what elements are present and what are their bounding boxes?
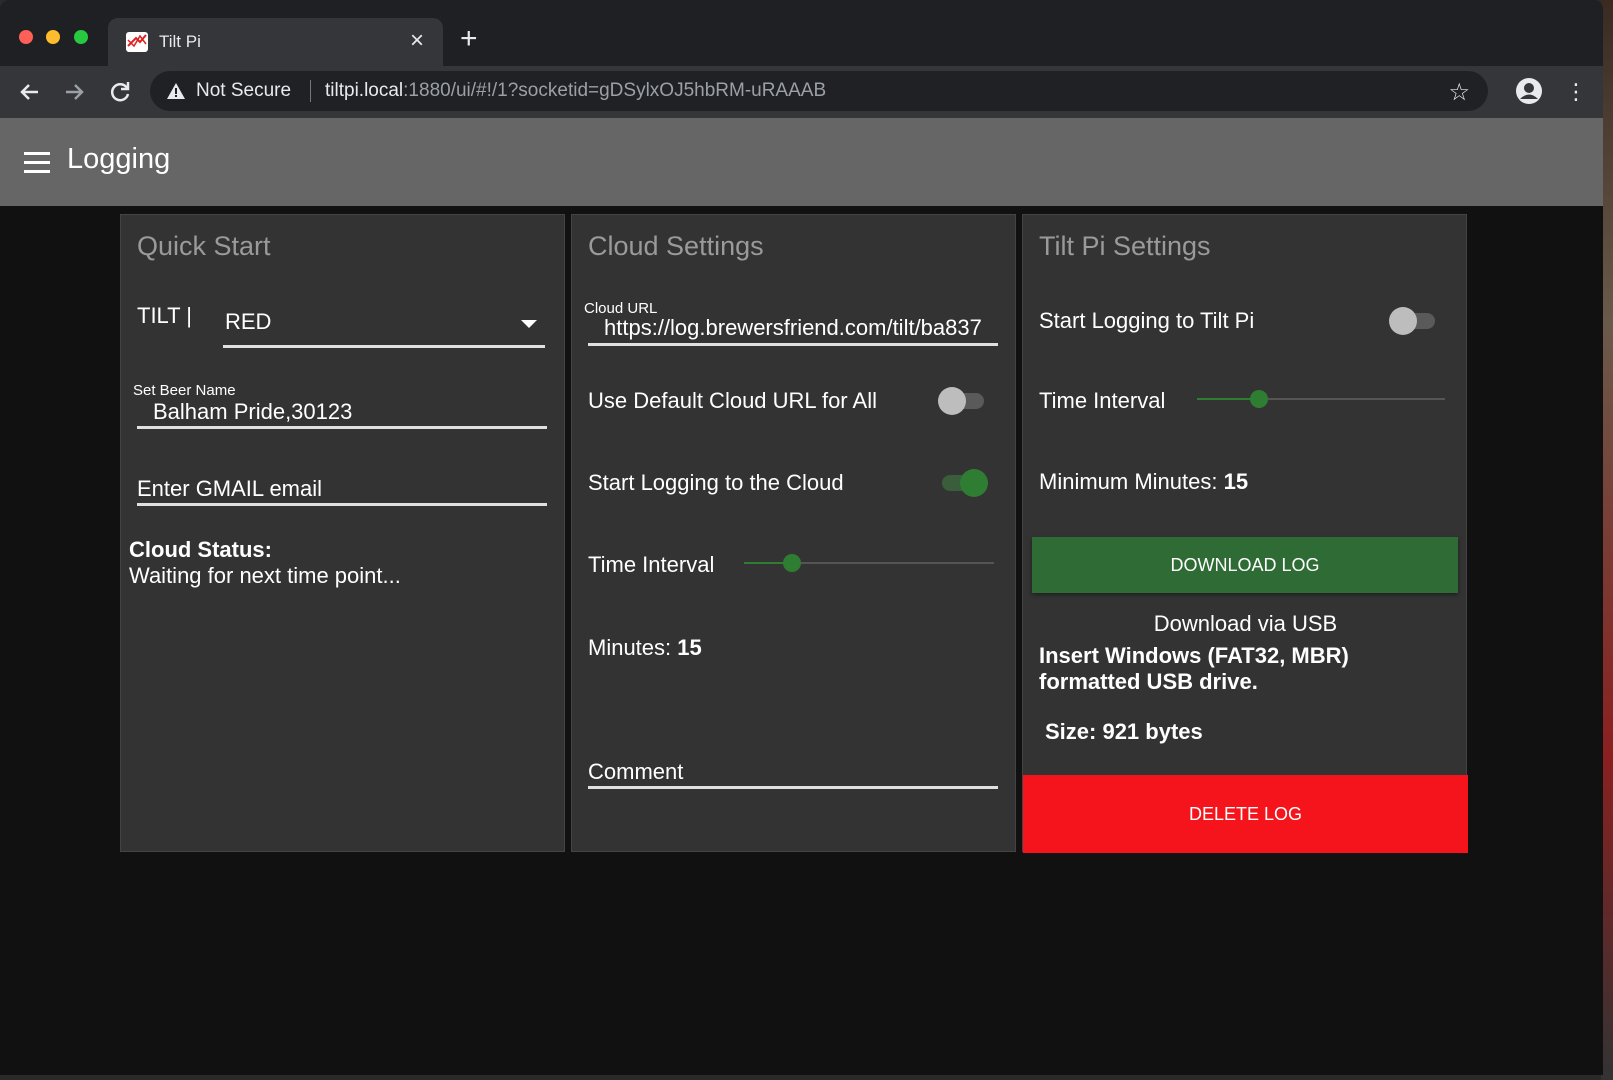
tilt-favicon-icon	[126, 32, 148, 52]
tilt-color-select[interactable]: RED	[225, 309, 271, 335]
min-minutes-label: Minimum Minutes:	[1039, 469, 1218, 494]
cloud-time-interval-slider[interactable]	[744, 553, 994, 573]
min-minutes-readout: Minimum Minutes: 15	[1039, 469, 1248, 495]
delete-log-button[interactable]: DELETE LOG	[1023, 775, 1468, 853]
input-underline	[588, 343, 998, 346]
card-title: Quick Start	[137, 231, 271, 261]
beer-name-input[interactable]: Balham Pride,30123	[153, 399, 533, 425]
input-underline	[137, 503, 547, 506]
card-title: Cloud Settings	[588, 231, 764, 261]
min-minutes-value: 15	[1223, 469, 1249, 494]
cloud-settings-card: Cloud Settings Cloud URL https://log.bre…	[571, 214, 1016, 852]
url-text[interactable]: tiltpi.local:1880/ui/#!/1?socketid=gDSyl…	[325, 80, 826, 102]
default-url-toggle[interactable]	[938, 386, 986, 415]
card-title: Tilt Pi Settings	[1039, 231, 1211, 261]
bookmark-star-icon[interactable]: ☆	[1448, 78, 1470, 107]
usb-title: Download via USB	[1153, 611, 1338, 636]
tab-strip: Tilt Pi × +	[0, 0, 1603, 66]
usb-instructions: Insert Windows (FAT32, MBR) formatted US…	[1039, 643, 1349, 694]
close-tab-icon[interactable]: ×	[405, 27, 429, 55]
profile-icon[interactable]	[1515, 77, 1543, 105]
minutes-readout: Minutes: 15	[588, 635, 702, 661]
time-interval-label: Time Interval	[1039, 388, 1166, 413]
cloud-status-label: Cloud Status:	[129, 537, 272, 562]
reload-icon[interactable]	[106, 78, 134, 106]
default-url-label: Use Default Cloud URL for All	[588, 388, 877, 413]
email-input[interactable]: Enter GMAIL email	[137, 476, 537, 502]
tiltpi-time-interval-slider[interactable]	[1197, 389, 1445, 409]
minimize-window-button[interactable]	[46, 30, 60, 44]
select-underline	[223, 345, 545, 348]
browser-window: Tilt Pi × + Not Secure tiltpi.local:1880…	[0, 0, 1603, 1075]
cloud-url-input[interactable]: https://log.brewersfriend.com/tilt/ba837	[604, 315, 996, 341]
page-title: Logging	[67, 143, 171, 175]
tiltpi-logging-toggle[interactable]	[1389, 306, 1437, 335]
close-window-button[interactable]	[19, 30, 33, 44]
address-separator	[310, 80, 311, 102]
new-tab-button[interactable]: +	[460, 24, 478, 54]
address-bar[interactable]: Not Secure tiltpi.local:1880/ui/#!/1?soc…	[150, 71, 1488, 111]
maximize-window-button[interactable]	[74, 30, 88, 44]
tab-title: Tilt Pi	[159, 32, 201, 51]
time-interval-label: Time Interval	[588, 552, 715, 577]
tiltpi-settings-card: Tilt Pi Settings Start Logging to Tilt P…	[1022, 214, 1468, 853]
cloud-logging-toggle[interactable]	[938, 468, 988, 497]
input-underline	[137, 426, 547, 429]
cloud-status-value: Waiting for next time point...	[129, 563, 401, 588]
app-header: Logging	[0, 118, 1603, 206]
minutes-value: 15	[677, 635, 702, 660]
browser-menu-icon[interactable]: ⋮	[1565, 78, 1587, 106]
beer-name-label: Set Beer Name	[133, 382, 236, 399]
tilt-label: TILT |	[137, 303, 193, 328]
forward-arrow-icon[interactable]	[60, 78, 88, 106]
url-host: tiltpi.local	[325, 80, 404, 101]
input-underline	[588, 786, 998, 789]
security-status[interactable]: Not Secure	[196, 80, 291, 102]
cloud-logging-label: Start Logging to the Cloud	[588, 470, 844, 495]
browser-tab[interactable]: Tilt Pi ×	[108, 18, 443, 66]
url-path: :1880/ui/#!/1?socketid=gDSylxOJ5hbRM-uRA…	[403, 80, 827, 101]
comment-input[interactable]: Comment	[588, 759, 988, 785]
dashboard-content: Quick Start TILT | RED Set Beer Name Bal…	[0, 206, 1603, 1075]
browser-toolbar: Not Secure tiltpi.local:1880/ui/#!/1?soc…	[0, 66, 1603, 118]
hamburger-menu-icon[interactable]	[24, 152, 52, 174]
minutes-label: Minutes:	[588, 635, 672, 660]
tiltpi-logging-label: Start Logging to Tilt Pi	[1039, 308, 1255, 333]
log-size: Size: 921 bytes	[1045, 719, 1203, 744]
quick-start-card: Quick Start TILT | RED Set Beer Name Bal…	[120, 214, 565, 852]
download-log-button[interactable]: DOWNLOAD LOG	[1032, 537, 1458, 593]
chevron-down-icon[interactable]	[521, 320, 537, 328]
warning-icon	[167, 83, 185, 99]
back-arrow-icon[interactable]	[16, 78, 44, 106]
